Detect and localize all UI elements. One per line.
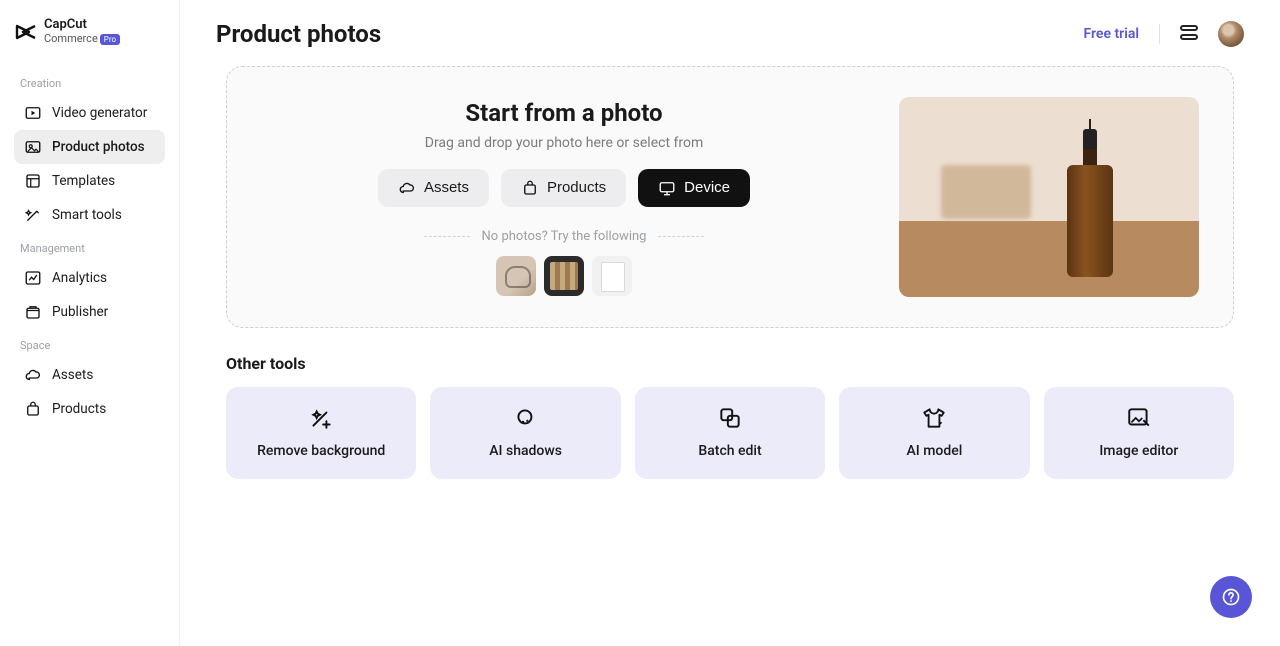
help-button[interactable] <box>1210 576 1252 618</box>
brand-name: CapCut <box>44 18 120 32</box>
tshirt-icon <box>921 405 947 431</box>
tool-batch-edit[interactable]: Batch edit <box>635 387 825 479</box>
sidebar-item-assets[interactable]: Assets <box>14 358 165 392</box>
button-label: Assets <box>424 179 469 196</box>
monitor-icon <box>658 179 676 197</box>
upload-panel[interactable]: Start from a photo Drag and drop your ph… <box>226 66 1234 328</box>
sample-thumb-1[interactable] <box>496 256 536 296</box>
sidebar-item-video-generator[interactable]: Video generator <box>14 96 165 130</box>
other-tools-title: Other tools <box>226 354 1234 373</box>
sidebar-item-label: Video generator <box>52 105 147 121</box>
header: Product photos Free trial <box>180 0 1280 56</box>
photo-icon <box>24 138 42 156</box>
brand-badge: Pro <box>100 34 120 45</box>
shadow-icon <box>513 405 539 431</box>
sample-thumb-2[interactable] <box>544 256 584 296</box>
tool-label: AI shadows <box>489 443 562 459</box>
source-products-button[interactable]: Products <box>501 169 626 207</box>
tool-label: Batch edit <box>698 443 761 459</box>
group-creation-label: Creation <box>20 77 165 90</box>
sidebar-item-label: Templates <box>52 173 115 189</box>
capcut-logo-icon <box>14 20 38 44</box>
tool-label: Remove background <box>257 443 385 459</box>
tool-ai-model[interactable]: AI model <box>839 387 1029 479</box>
source-assets-button[interactable]: Assets <box>378 169 489 207</box>
sidebar-item-label: Analytics <box>52 270 107 286</box>
sidebar-item-label: Smart tools <box>52 207 122 223</box>
sidebar-item-smart-tools[interactable]: Smart tools <box>14 198 165 232</box>
image-edit-icon <box>1126 405 1152 431</box>
tool-remove-background[interactable]: Remove background <box>226 387 416 479</box>
page-title: Product photos <box>216 20 381 48</box>
sidebar-item-product-photos[interactable]: Product photos <box>14 130 165 164</box>
magic-icon <box>24 206 42 224</box>
group-management-label: Management <box>20 242 165 255</box>
help-icon <box>1221 587 1241 607</box>
tools-grid: Remove background AI shadows Batch edit … <box>226 387 1234 479</box>
upload-sub: Drag and drop your photo here or select … <box>425 135 703 151</box>
bag-icon <box>521 179 539 197</box>
batch-icon <box>717 405 743 431</box>
upload-title: Start from a photo <box>465 99 662 127</box>
sidebar-item-products[interactable]: Products <box>14 392 165 426</box>
main: Product photos Free trial Start from a p… <box>180 0 1280 646</box>
button-label: Products <box>547 179 606 196</box>
sidebar: CapCut CommercePro Creation Video genera… <box>0 0 180 646</box>
sidebar-item-publisher[interactable]: Publisher <box>14 295 165 329</box>
source-device-button[interactable]: Device <box>638 169 750 207</box>
button-label: Device <box>684 179 730 196</box>
logo[interactable]: CapCut CommercePro <box>14 18 165 45</box>
preview-image <box>899 97 1199 297</box>
remove-bg-icon <box>308 405 334 431</box>
sidebar-item-analytics[interactable]: Analytics <box>14 261 165 295</box>
analytics-icon <box>24 269 42 287</box>
cloud-icon <box>24 366 42 384</box>
sidebar-item-label: Product photos <box>52 139 145 155</box>
tool-image-editor[interactable]: Image editor <box>1044 387 1234 479</box>
group-space-label: Space <box>20 339 165 352</box>
tool-label: Image editor <box>1099 443 1178 459</box>
sidebar-item-label: Products <box>52 401 106 417</box>
sidebar-item-templates[interactable]: Templates <box>14 164 165 198</box>
tool-label: AI model <box>907 443 963 459</box>
cloud-icon <box>398 179 416 197</box>
tool-ai-shadows[interactable]: AI shadows <box>430 387 620 479</box>
free-trial-link[interactable]: Free trial <box>1083 26 1139 42</box>
sample-thumb-3[interactable] <box>592 256 632 296</box>
queue-icon[interactable] <box>1180 25 1198 43</box>
bag-icon <box>24 400 42 418</box>
sidebar-item-label: Assets <box>52 367 93 383</box>
templates-icon <box>24 172 42 190</box>
avatar[interactable] <box>1218 21 1244 47</box>
nophotos-text: No photos? Try the following <box>482 229 647 244</box>
publisher-icon <box>24 303 42 321</box>
brand-sub: Commerce <box>44 32 98 45</box>
sidebar-item-label: Publisher <box>52 304 108 320</box>
video-icon <box>24 104 42 122</box>
